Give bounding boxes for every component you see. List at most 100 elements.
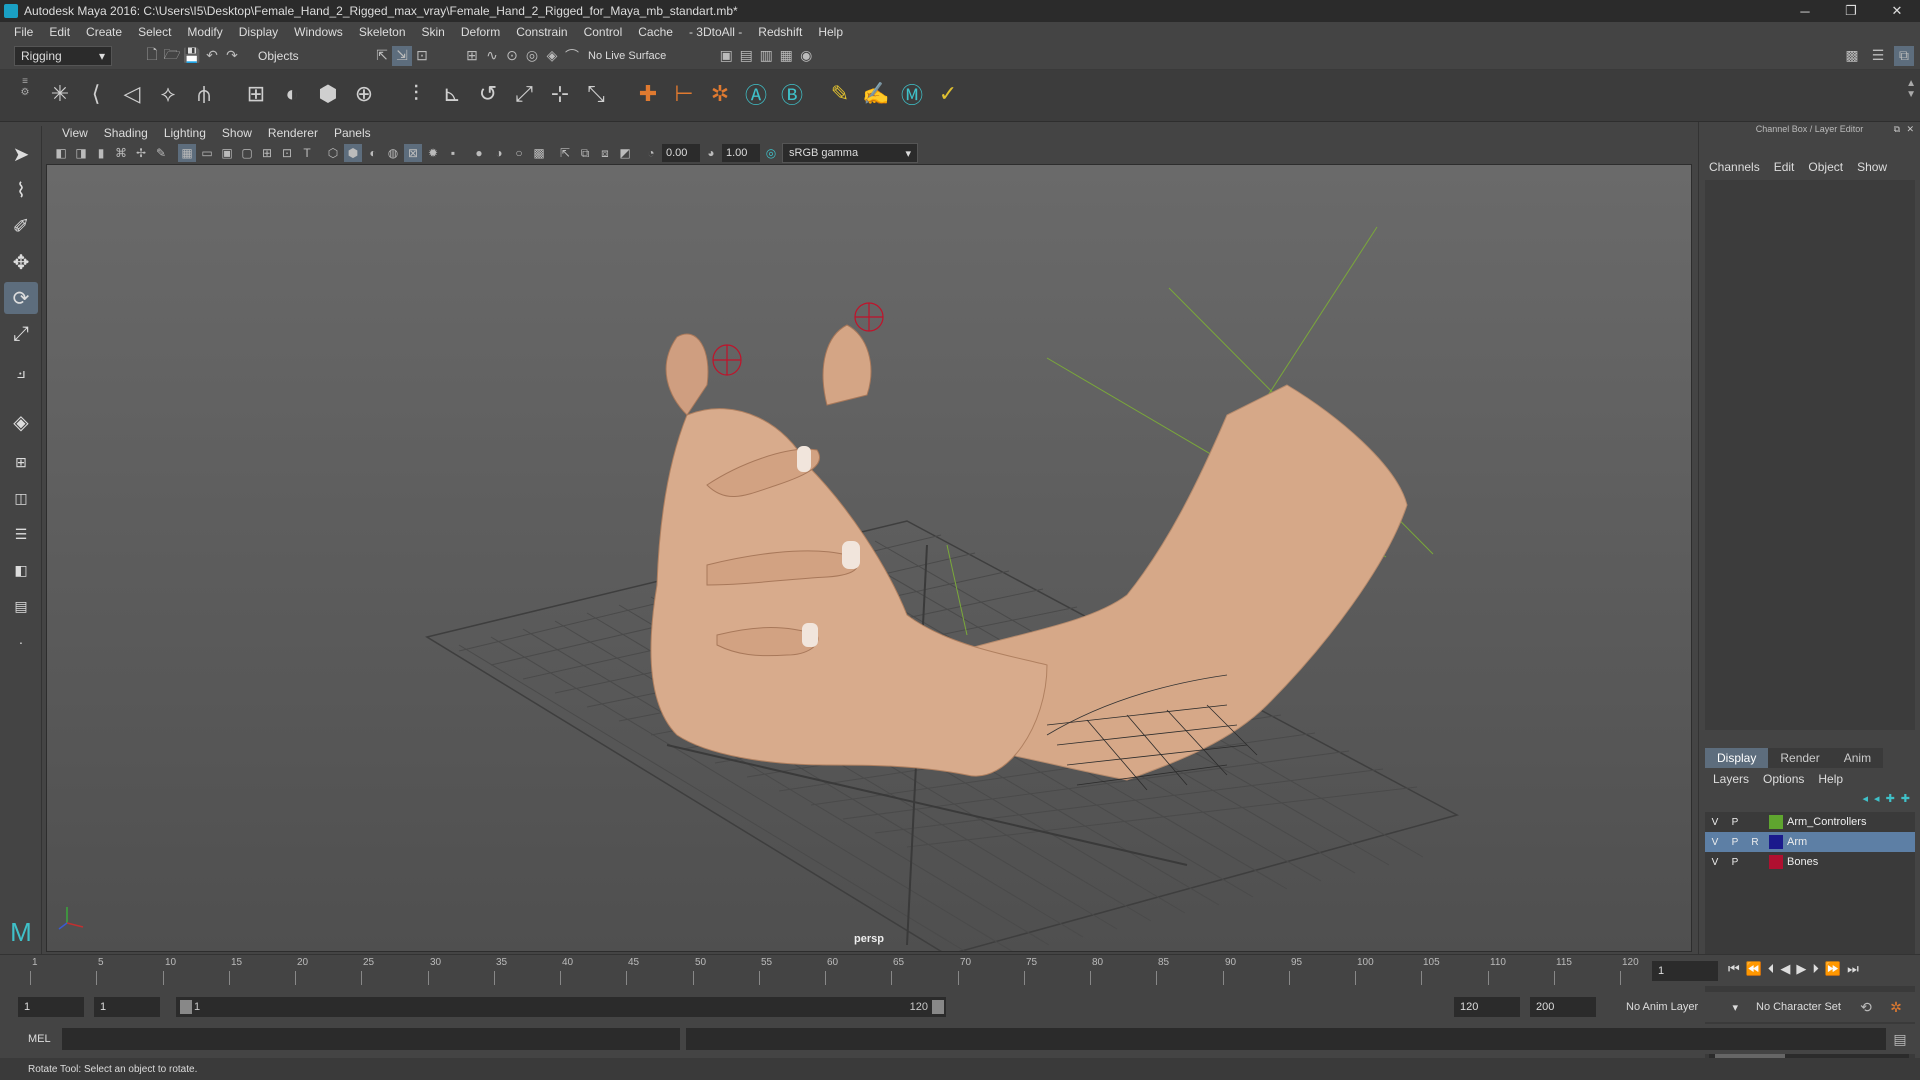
tab-render[interactable]: Render [1768, 748, 1832, 768]
tab-display[interactable]: Display [1705, 748, 1769, 768]
hud-icon[interactable]: ◩ [616, 144, 634, 162]
ipr-render-icon[interactable]: ▥ [756, 46, 776, 66]
tab-anim[interactable]: Anim [1831, 748, 1884, 768]
move-layer-down-icon[interactable]: ◂ [1874, 792, 1880, 805]
gate-mask-icon[interactable]: ▢ [238, 144, 256, 162]
snap-curve-icon[interactable]: ∿ [482, 46, 502, 66]
2d-pan-icon[interactable]: ✢ [132, 144, 150, 162]
textured-icon[interactable]: ◍ [384, 144, 402, 162]
channel-box-area[interactable] [1705, 180, 1915, 730]
parent-constraint-icon[interactable]: ⊹ [544, 78, 576, 110]
camera-icon[interactable]: ◧ [52, 144, 70, 162]
snap-view-icon[interactable]: ◎ [522, 46, 542, 66]
layer-playback-toggle[interactable]: P [1725, 817, 1745, 828]
new-layer-icon[interactable]: ✚ [1886, 792, 1895, 805]
grease-pencil-icon[interactable]: ✎ [152, 144, 170, 162]
check-icon[interactable]: ✓ [932, 78, 964, 110]
menu-modify[interactable]: Modify [179, 25, 230, 39]
last-tool-icon[interactable]: ⟓ [4, 356, 38, 388]
cluster-handle-icon[interactable]: ⊢ [668, 78, 700, 110]
color-management-icon[interactable]: ◎ [762, 144, 780, 162]
joint-tool-icon[interactable]: ✳ [44, 78, 76, 110]
smooth-shade-icon[interactable]: ⬢ [344, 144, 362, 162]
paint-weights-icon[interactable]: ✎ [824, 78, 856, 110]
grid-icon[interactable]: ▦ [178, 144, 196, 162]
step-forward-key-icon[interactable]: ⏩ [1825, 961, 1841, 977]
lasso-tool-icon[interactable]: ⌇ [4, 174, 38, 206]
orient-constraint-icon[interactable]: ↺ [472, 78, 504, 110]
menu-display[interactable]: Display [231, 25, 286, 39]
select-component-icon[interactable]: ⊡ [412, 46, 432, 66]
3dtoall-icon-1[interactable]: Ⓐ [740, 78, 772, 110]
layer-visibility-toggle[interactable]: V [1705, 817, 1725, 828]
play-forward-icon[interactable]: ▶ [1796, 961, 1806, 977]
dof-icon[interactable]: ▩ [530, 144, 548, 162]
menuset-dropdown[interactable]: Rigging ▾ [14, 45, 112, 66]
animation-prefs-icon[interactable]: ✲ [1886, 997, 1906, 1017]
modeling-toolkit-icon[interactable]: ▩ [1842, 46, 1862, 66]
default-material-icon[interactable]: ◐ [364, 144, 382, 162]
render-settings-icon[interactable]: ▦ [776, 46, 796, 66]
layer-color-swatch[interactable] [1769, 855, 1783, 869]
xray-icon[interactable]: ⊠ [404, 144, 422, 162]
layout-outliner-icon[interactable]: ☰ [4, 518, 38, 550]
shelf-scroll-icon[interactable]: ▲ ▼ [1906, 78, 1916, 100]
menu-select[interactable]: Select [130, 25, 179, 39]
make-live-icon[interactable]: ⌒ [562, 46, 582, 66]
skin-weights-icon[interactable]: ✍ [860, 78, 892, 110]
shelf-menu-icon[interactable]: ≡ ⚙ [18, 76, 32, 116]
menu-deform[interactable]: Deform [453, 25, 508, 39]
scale-constraint-icon[interactable]: ⤢ [508, 78, 540, 110]
selection-mode-dropdown[interactable]: Objects [252, 45, 352, 66]
undo-icon[interactable]: ↶ [202, 46, 222, 66]
ambient-occlusion-icon[interactable]: ● [470, 144, 488, 162]
point-constraint-icon[interactable]: ⫶ [400, 78, 432, 110]
layer-visibility-toggle[interactable]: V [1705, 857, 1725, 868]
ik-handle-icon[interactable]: ⟡ [152, 78, 184, 110]
snap-grid-icon[interactable]: ⊞ [462, 46, 482, 66]
menu-create[interactable]: Create [78, 25, 130, 39]
layout-side-icon[interactable]: ◫ [4, 482, 38, 514]
panel-menu-lighting[interactable]: Lighting [156, 126, 214, 140]
panel-menu-panels[interactable]: Panels [326, 126, 379, 140]
menu-3dtoall[interactable]: - 3DtoAll - [681, 25, 750, 39]
hypershade-icon[interactable]: ◉ [796, 46, 816, 66]
xray-joints-icon[interactable]: ⧉ [576, 144, 594, 162]
range-bar[interactable]: 1 120 [176, 997, 946, 1017]
rotate-tool-icon[interactable]: ⟳ [4, 282, 38, 314]
mirror-joint-icon[interactable]: ◁ [116, 78, 148, 110]
menu-cache[interactable]: Cache [630, 25, 681, 39]
menu-control[interactable]: Control [576, 25, 631, 39]
current-frame-field[interactable]: 1 [1652, 961, 1718, 981]
panel-menu-view[interactable]: View [54, 126, 96, 140]
character-set-dropdown[interactable]: No Character Set [1750, 997, 1870, 1017]
menu-redshift[interactable]: Redshift [750, 25, 810, 39]
close-button[interactable]: ✕ [1874, 0, 1920, 22]
playback-start-field[interactable]: 1 [94, 997, 160, 1017]
layer-color-swatch[interactable] [1769, 815, 1783, 829]
smooth-bind-icon[interactable]: ◐ [276, 78, 308, 110]
float-panel-icon[interactable]: ⧉ [1894, 124, 1900, 135]
menu-edit[interactable]: Edit [41, 25, 78, 39]
image-plane-icon[interactable]: ⌘ [112, 144, 130, 162]
resolution-gate-icon[interactable]: ▣ [218, 144, 236, 162]
layer-menu-layers[interactable]: Layers [1713, 772, 1749, 786]
go-to-end-icon[interactable]: ⏭ [1847, 961, 1859, 977]
xray-active-icon[interactable]: ⧈ [596, 144, 614, 162]
bookmark-icon[interactable]: ▮ [92, 144, 110, 162]
layout-custom-icon[interactable]: ▤ [4, 590, 38, 622]
pole-vector-icon[interactable]: ⤡ [580, 78, 612, 110]
maximize-button[interactable]: ❐ [1828, 0, 1874, 22]
menu-skeleton[interactable]: Skeleton [351, 25, 414, 39]
animation-end-field[interactable]: 200 [1530, 997, 1596, 1017]
menu-help[interactable]: Help [810, 25, 851, 39]
antialias-icon[interactable]: ○ [510, 144, 528, 162]
cluster-icon[interactable]: ⊕ [348, 78, 380, 110]
time-slider[interactable]: 1 5 10 15 20 25 30 35 40 45 50 55 60 65 70 75 80 85 90 95 10… [0, 954, 1920, 986]
3dtoall-icon-2[interactable]: Ⓑ [776, 78, 808, 110]
new-layer-selected-icon[interactable]: ✚ [1901, 792, 1910, 805]
menu-constrain[interactable]: Constrain [508, 25, 575, 39]
paint-select-icon[interactable]: ✐ [4, 210, 38, 242]
snap-surface-icon[interactable]: ◈ [542, 46, 562, 66]
layout-four-icon[interactable]: ⊞ [4, 446, 38, 478]
